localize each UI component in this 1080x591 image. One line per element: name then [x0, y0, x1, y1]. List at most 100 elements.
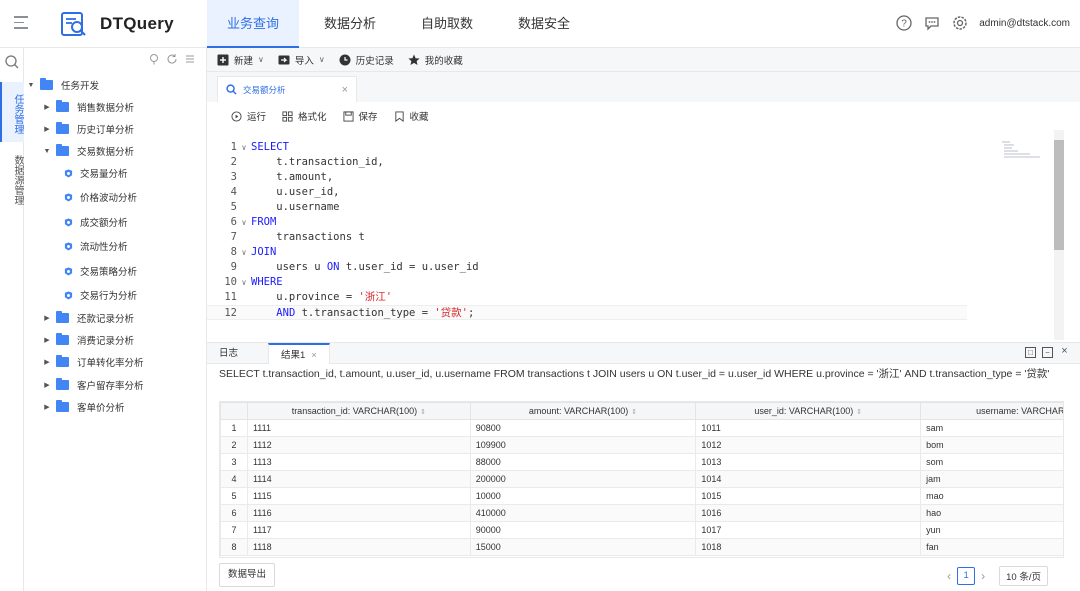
message-icon[interactable] [923, 14, 941, 32]
column-header[interactable]: user_id: VARCHAR(100) ⇕ [695, 402, 922, 420]
code-line[interactable]: 9 users u ON t.user_id = u.user_id [207, 260, 967, 275]
tree-item-folder[interactable]: ▶ 客户留存率分析 [42, 376, 144, 394]
column-header[interactable]: username: VARCHAR(100) [920, 402, 1063, 420]
fold-icon[interactable]: ∨ [237, 215, 251, 230]
help-icon[interactable]: ? [895, 14, 913, 32]
caret-right-icon[interactable]: ▶ [42, 336, 52, 344]
table-row[interactable]: 8 1118 15000 1018 fan [220, 538, 1063, 556]
table-cell[interactable]: 1114 [246, 470, 471, 488]
close-icon[interactable]: × [1059, 346, 1070, 358]
maximize-icon[interactable]: □ [1025, 347, 1036, 358]
sql-editor[interactable]: 1 ∨ SELECT 2 t.transaction_id, 3 t.amount, 4 … [207, 130, 1080, 340]
fold-icon[interactable]: ∨ [237, 245, 251, 260]
row-index-cell[interactable]: 2 [220, 436, 248, 454]
tree-item-folder[interactable]: ▼ 交易数据分析 [42, 142, 134, 160]
table-cell[interactable]: 1013 [695, 453, 922, 471]
table-cell[interactable]: fan [920, 538, 1063, 556]
collect-button[interactable]: 收藏 [394, 109, 429, 123]
row-index-cell[interactable]: 3 [220, 453, 248, 471]
search-icon[interactable] [4, 54, 20, 70]
fold-icon[interactable]: ∨ [237, 275, 251, 290]
tab-result-1[interactable]: 结果1 × [268, 343, 330, 364]
table-cell[interactable]: jam [920, 470, 1063, 488]
fold-icon[interactable]: ∨ [237, 140, 251, 155]
table-cell[interactable]: 90000 [469, 521, 697, 539]
tree-item-file[interactable]: 交易行为分析 [64, 286, 137, 304]
sort-icon[interactable]: ⇕ [631, 409, 637, 416]
save-button[interactable]: 保存 [342, 109, 378, 123]
list-icon[interactable] [184, 53, 196, 65]
nav-self-service[interactable]: 自助取数 [401, 0, 493, 48]
locate-icon[interactable] [148, 53, 160, 65]
row-index-cell[interactable]: 5 [220, 487, 248, 505]
tree-item-file[interactable]: 成交额分析 [64, 213, 128, 231]
tree-item-file[interactable]: 流动性分析 [64, 237, 128, 255]
table-cell[interactable]: mao [920, 487, 1063, 505]
table-cell[interactable]: 1011 [695, 419, 922, 437]
tree-item-file[interactable]: 价格波动分析 [64, 188, 137, 206]
code-line[interactable]: 7 transactions t [207, 230, 967, 245]
row-index-cell[interactable]: 8 [220, 538, 248, 556]
tab-log[interactable]: 日志 [219, 343, 238, 364]
nav-data-analysis[interactable]: 数据分析 [304, 0, 396, 48]
table-cell[interactable]: 1115 [246, 487, 471, 505]
code-line[interactable]: 6 ∨ FROM [207, 215, 967, 230]
table-cell[interactable]: 1018 [695, 538, 922, 556]
code-line[interactable]: 2 t.transaction_id, [207, 155, 967, 170]
next-page-icon[interactable]: › [981, 569, 985, 583]
code-line[interactable]: 3 t.amount, [207, 170, 967, 185]
table-cell[interactable]: som [920, 453, 1063, 471]
code-line[interactable]: 1 ∨ SELECT [207, 140, 967, 155]
gear-icon[interactable] [951, 14, 969, 32]
tree-item-folder[interactable]: ▶ 历史订单分析 [42, 120, 134, 138]
table-row[interactable]: 2 1112 109900 1012 bom [220, 436, 1063, 454]
caret-right-icon[interactable]: ▶ [42, 103, 52, 111]
table-cell[interactable]: 1118 [246, 538, 471, 556]
table-cell[interactable]: 1116 [246, 504, 471, 522]
code-line[interactable]: 8 ∨ JOIN [207, 245, 967, 260]
tree-item-folder[interactable]: ▶ 订单转化率分析 [42, 353, 144, 371]
table-cell[interactable]: 1112 [246, 436, 471, 454]
table-cell[interactable]: 1111 [246, 419, 471, 437]
table-cell[interactable]: sam [920, 419, 1063, 437]
table-row[interactable]: 4 1114 200000 1014 jam [220, 470, 1063, 488]
sort-icon[interactable]: ⇕ [420, 409, 426, 416]
page-number[interactable]: 1 [957, 567, 976, 585]
tree-item-folder[interactable]: ▶ 客单价分析 [42, 398, 125, 416]
table-row[interactable]: 3 1113 88000 1013 som [220, 453, 1063, 471]
table-cell[interactable]: 1012 [695, 436, 922, 454]
tree-item-folder[interactable]: ▶ 还款记录分析 [42, 309, 134, 327]
nav-data-security[interactable]: 数据安全 [498, 0, 590, 48]
run-button[interactable]: 运行 [231, 109, 266, 123]
table-cell[interactable]: hao [920, 504, 1063, 522]
table-row[interactable]: 5 1115 10000 1015 mao [220, 487, 1063, 505]
favorites-button[interactable]: 我的收藏 [408, 53, 463, 67]
row-index-cell[interactable]: 1 [220, 419, 248, 437]
tree-item-folder[interactable]: ▶ 销售数据分析 [42, 98, 134, 116]
caret-right-icon[interactable]: ▶ [42, 125, 52, 133]
rail-tab-task-management[interactable]: 任务管理 [0, 82, 24, 142]
table-cell[interactable]: 1017 [695, 521, 922, 539]
tree-item-folder[interactable]: ▼ 任务开发 [26, 76, 99, 94]
column-header[interactable]: amount: VARCHAR(100) ⇕ [469, 402, 697, 420]
table-cell[interactable]: 200000 [469, 470, 697, 488]
nav-business-query[interactable]: 业务查询 [207, 0, 300, 48]
table-cell[interactable]: 1014 [695, 470, 922, 488]
editor-scrollbar[interactable] [1054, 140, 1064, 250]
close-icon[interactable]: × [342, 84, 348, 96]
sort-icon[interactable]: ⇕ [856, 409, 862, 416]
minimap[interactable] [1000, 140, 1050, 160]
table-cell[interactable]: 410000 [469, 504, 697, 522]
table-cell[interactable]: 1117 [246, 521, 471, 539]
column-header[interactable]: transaction_id: VARCHAR(100) ⇕ [246, 402, 471, 420]
table-cell[interactable]: 90800 [469, 419, 697, 437]
export-data-button[interactable]: 数据导出 [219, 563, 275, 587]
format-button[interactable]: 格式化 [282, 109, 327, 123]
caret-down-icon[interactable]: ▼ [26, 82, 36, 89]
table-cell[interactable]: 109900 [469, 436, 697, 454]
table-cell[interactable]: 1113 [246, 453, 471, 471]
user-account[interactable]: admin@dtstack.com [979, 18, 1070, 29]
menu-icon[interactable] [14, 16, 28, 30]
tree-item-file[interactable]: 交易量分析 [64, 164, 128, 182]
code-line[interactable]: 4 u.user_id, [207, 185, 967, 200]
